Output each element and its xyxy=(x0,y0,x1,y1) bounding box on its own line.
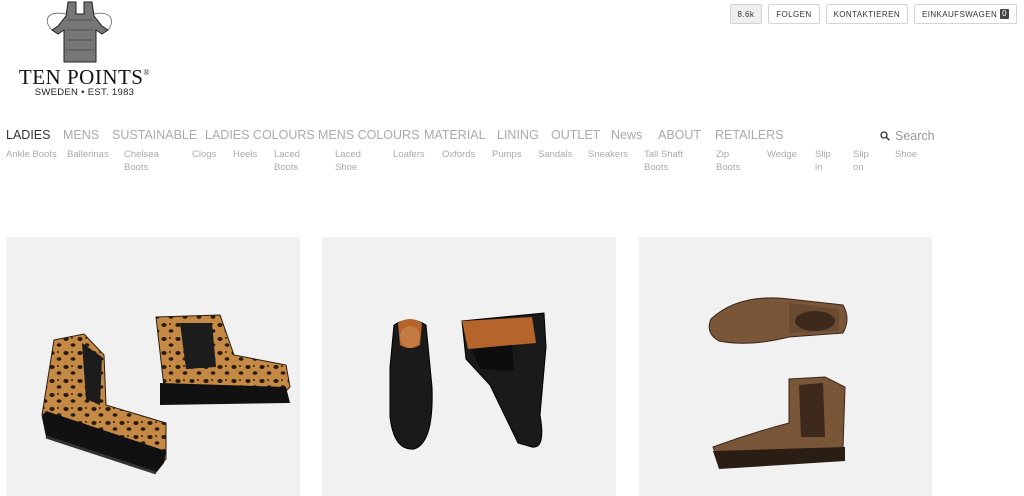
logo-apron-icon xyxy=(46,1,112,63)
logo[interactable]: TEN POINTS® SWEDEN • EST. 1983 xyxy=(8,0,153,100)
nav-item-news[interactable]: News xyxy=(611,128,642,142)
cart-button[interactable]: EINKAUFSWAGEN 0 xyxy=(914,4,1017,24)
nav-item-ladies[interactable]: LADIES xyxy=(6,128,50,142)
cart-count: 0 xyxy=(1000,9,1009,19)
subnav-item-shoe[interactable]: Shoe xyxy=(895,148,950,161)
product-image-black-boots xyxy=(389,312,547,450)
subnav-item-ballerinas[interactable]: Ballerinas xyxy=(67,148,122,161)
subnav-item-laced-boots[interactable]: Laced Boots xyxy=(274,148,314,174)
subnav-item-zip-boots[interactable]: Zip Boots xyxy=(716,148,751,174)
subnav-item-wedge[interactable]: Wedge xyxy=(767,148,822,161)
product-card-brown[interactable] xyxy=(639,237,932,496)
follower-count: 8.6k xyxy=(729,4,763,24)
nav-item-material[interactable]: MATERIAL xyxy=(424,128,486,142)
nav-item-lining[interactable]: LINING xyxy=(497,128,539,142)
search-button[interactable]: Search xyxy=(880,129,935,143)
subnav-item-loafers[interactable]: Loafers xyxy=(393,148,448,161)
subnav-item-slip-in[interactable]: Slip in xyxy=(815,148,840,174)
cart-label: EINKAUFSWAGEN xyxy=(922,9,998,19)
search-label: Search xyxy=(895,129,935,143)
search-icon xyxy=(880,131,890,141)
subnav-item-tall-shaft-boots[interactable]: Tall Shaft Boots xyxy=(644,148,694,174)
nav-item-retailers[interactable]: RETAILERS xyxy=(715,128,784,142)
subnav-item-oxfords[interactable]: Oxfords xyxy=(442,148,497,161)
follow-button[interactable]: FOLGEN xyxy=(768,4,820,24)
product-image-leopard-boots xyxy=(41,314,291,475)
product-image-brown-boots xyxy=(708,297,848,469)
nav-item-ladies-colours[interactable]: LADIES COLOURS xyxy=(205,128,315,142)
contact-button[interactable]: KONTAKTIEREN xyxy=(825,4,908,24)
nav-item-about[interactable]: ABOUT xyxy=(658,128,701,142)
topbar: 8.6k FOLGEN KONTAKTIEREN EINKAUFSWAGEN 0 xyxy=(729,4,1017,24)
subnav-item-sneakers[interactable]: Sneakers xyxy=(588,148,643,161)
brand-tagline: SWEDEN • EST. 1983 xyxy=(34,87,135,98)
subnav-item-chelsea-boots[interactable]: Chelsea Boots xyxy=(124,148,169,174)
nav-item-outlet[interactable]: OUTLET xyxy=(551,128,600,142)
nav-item-sustainable[interactable]: SUSTAINABLE xyxy=(112,128,197,142)
nav-item-mens[interactable]: MENS xyxy=(63,128,99,142)
subnav-item-laced-shoe[interactable]: Laced Shoe xyxy=(335,148,375,174)
product-card-black[interactable] xyxy=(322,237,616,496)
nav-item-mens-colours[interactable]: MENS COLOURS xyxy=(318,128,419,142)
subnav-item-sandals[interactable]: Sandals xyxy=(538,148,593,161)
subnav-item-slip-on[interactable]: Slip on xyxy=(853,148,878,174)
product-card-leopard[interactable] xyxy=(6,237,300,496)
subnav-item-ankle-boots[interactable]: Ankle Boots xyxy=(6,148,61,161)
